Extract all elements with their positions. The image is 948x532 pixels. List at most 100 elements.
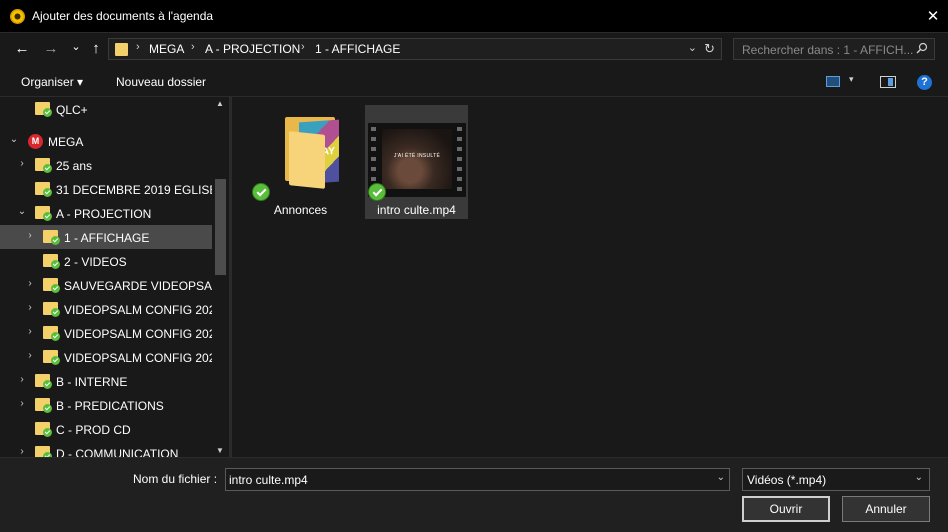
title-bar: Ajouter des documents à l'agenda ✕ xyxy=(0,0,948,33)
address-bar[interactable]: › MEGA › A - PROJECTION › 1 - AFFICHAGE … xyxy=(108,38,722,60)
file-item-annonces[interactable]: WAY Annonces xyxy=(249,105,352,219)
search-icon xyxy=(916,42,928,54)
tree-item-1-affichage[interactable]: › 1 - AFFICHAGE xyxy=(0,225,212,249)
tree-item-label: QLC+ xyxy=(56,103,88,117)
open-button[interactable]: Ouvrir xyxy=(742,496,830,522)
tree-item-31-decembre[interactable]: 31 DECEMBRE 2019 EGLISE xyxy=(0,177,217,201)
sync-check-icon xyxy=(43,188,52,197)
search-input[interactable]: Rechercher dans : 1 - AFFICH... xyxy=(733,38,935,60)
forward-arrow-icon[interactable]: → xyxy=(41,39,61,59)
sync-check-icon xyxy=(368,183,386,201)
scroll-up-arrow-icon[interactable]: ▲ xyxy=(216,99,224,108)
tree-item-2-videos[interactable]: 2 - VIDEOS xyxy=(0,249,212,273)
tree-item-25-ans[interactable]: › 25 ans xyxy=(0,153,212,177)
tree-item-a-projection[interactable]: ⌄ A - PROJECTION xyxy=(0,201,212,225)
tree-item-label: B - INTERNE xyxy=(56,375,128,389)
file-name: Annonces xyxy=(273,203,328,217)
chevron-down-icon[interactable]: ⌄ xyxy=(717,472,725,483)
new-folder-button[interactable]: Nouveau dossier xyxy=(116,75,206,89)
cancel-button[interactable]: Annuler xyxy=(842,496,930,522)
chevron-right-icon[interactable]: › xyxy=(17,158,27,169)
breadcrumb-separator: › xyxy=(136,41,140,53)
sync-check-icon xyxy=(51,332,60,341)
chevron-right-icon[interactable]: › xyxy=(25,230,35,241)
tree-item-d-communication[interactable]: › D - COMMUNICATION xyxy=(0,441,212,457)
address-row: ← → ⌄ ↑ › MEGA › A - PROJECTION › 1 - AF… xyxy=(0,34,948,64)
folder-icon xyxy=(43,350,60,365)
filename-input[interactable]: intro culte.mp4 ⌄ xyxy=(225,468,730,491)
dialog-footer: Nom du fichier : intro culte.mp4 ⌄ Vidéo… xyxy=(0,457,948,532)
tree-item-b-interne[interactable]: › B - INTERNE xyxy=(0,369,212,393)
help-icon[interactable]: ? xyxy=(917,75,932,90)
chevron-right-icon[interactable]: › xyxy=(17,398,27,409)
tree-item-videopsalm-config-2021[interactable]: › VIDEOPSALM CONFIG 2021 xyxy=(0,297,222,321)
recent-locations-chevron-icon[interactable]: ⌄ xyxy=(66,37,86,57)
tree-item-videopsalm-config-2022[interactable]: › VIDEOPSALM CONFIG 2022 xyxy=(0,321,222,345)
breadcrumb-a-projection[interactable]: A - PROJECTION xyxy=(205,42,300,56)
mega-icon: M xyxy=(28,134,43,149)
tree-item-label: VIDEOPSALM CONFIG 2021 xyxy=(64,303,223,317)
scroll-down-arrow-icon[interactable]: ▼ xyxy=(216,446,224,455)
close-window-button[interactable]: ✕ xyxy=(918,0,948,33)
scrollbar-thumb[interactable] xyxy=(215,179,226,275)
tree-item-b-predications[interactable]: › B - PREDICATIONS xyxy=(0,393,212,417)
chevron-right-icon[interactable]: › xyxy=(25,278,35,289)
sync-check-icon xyxy=(43,380,52,389)
breadcrumb-separator: › xyxy=(301,41,305,53)
breadcrumb-separator: › xyxy=(191,41,195,53)
sync-check-icon xyxy=(51,356,60,365)
folder-icon xyxy=(115,43,128,56)
refresh-icon[interactable]: ↻ xyxy=(704,41,715,57)
tree-item-label: VIDEOPSALM CONFIG 2024 xyxy=(64,351,223,365)
folder-icon xyxy=(35,158,52,173)
navigation-scrollbar[interactable]: ▲ ▼ xyxy=(212,97,229,457)
tree-item-label: 1 - AFFICHAGE xyxy=(64,231,150,245)
tree-item-label: D - COMMUNICATION xyxy=(56,447,179,457)
tree-item-label: C - PROD CD xyxy=(56,423,131,437)
navigation-pane: QLC+ ⌄ M MEGA › 25 ans 31 DECEMBRE 2019 … xyxy=(0,97,229,457)
tree-item-label: B - PREDICATIONS xyxy=(56,399,164,413)
sync-check-icon xyxy=(51,308,60,317)
breadcrumb-1-affichage[interactable]: 1 - AFFICHAGE xyxy=(315,42,400,56)
view-options-chevron-icon[interactable]: ▾ xyxy=(849,74,854,85)
tree-item-sauvegarde-videopsalm[interactable]: › SAUVEGARDE VIDEOPSALM xyxy=(0,273,229,297)
organize-button[interactable]: Organiser ▾ xyxy=(21,75,83,89)
chevron-right-icon[interactable]: › xyxy=(25,302,35,313)
chevron-right-icon[interactable]: › xyxy=(17,446,27,457)
breadcrumb-mega[interactable]: MEGA xyxy=(149,42,184,56)
sync-check-icon xyxy=(43,212,52,221)
sync-check-icon xyxy=(43,428,52,437)
chevron-down-icon[interactable]: ⌄ xyxy=(17,206,27,217)
change-view-icon[interactable] xyxy=(826,76,840,87)
back-arrow-icon[interactable]: ← xyxy=(12,39,32,59)
tree-item-qlc[interactable]: QLC+ xyxy=(0,97,212,121)
tree-item-mega[interactable]: ⌄ M MEGA xyxy=(0,129,212,153)
filename-value: intro culte.mp4 xyxy=(229,473,308,487)
file-item-intro-culte[interactable]: J'AI ÉTÉ INSULTÉ intro culte.mp4 xyxy=(365,105,468,219)
folder-icon xyxy=(43,326,60,341)
preview-pane-icon[interactable] xyxy=(880,76,896,88)
address-dropdown-chevron-icon[interactable]: ⌄ xyxy=(688,41,697,54)
tree-item-videopsalm-config-2024[interactable]: › VIDEOPSALM CONFIG 2024 xyxy=(0,345,222,369)
folder-icon xyxy=(43,302,60,317)
chevron-down-icon[interactable]: ⌄ xyxy=(915,472,923,483)
tree-item-label: SAUVEGARDE VIDEOPSALM xyxy=(64,279,229,293)
command-toolbar: Organiser ▾ Nouveau dossier ▾ ? xyxy=(0,66,948,97)
chevron-down-icon[interactable]: ⌄ xyxy=(9,134,19,145)
folder-icon xyxy=(35,102,52,117)
filetype-select[interactable]: Vidéos (*.mp4) ⌄ xyxy=(742,468,930,491)
folder-icon xyxy=(35,422,52,437)
folder-front-icon xyxy=(289,131,325,189)
chevron-right-icon[interactable]: › xyxy=(17,374,27,385)
folder-icon xyxy=(35,182,52,197)
chevron-right-icon[interactable]: › xyxy=(25,326,35,337)
search-placeholder: Rechercher dans : 1 - AFFICH... xyxy=(742,43,914,57)
thumbnail-text: J'AI ÉTÉ INSULTÉ xyxy=(393,153,441,159)
file-list: WAY Annonces J'AI ÉTÉ INSULTÉ in xyxy=(232,97,948,457)
tree-item-label: 25 ans xyxy=(56,159,93,173)
chevron-right-icon[interactable]: › xyxy=(25,350,35,361)
tree-item-c-prod-cd[interactable]: C - PROD CD xyxy=(0,417,212,441)
folder-icon xyxy=(35,374,52,389)
up-arrow-icon[interactable]: ↑ xyxy=(86,39,106,59)
sync-check-icon xyxy=(51,284,60,293)
